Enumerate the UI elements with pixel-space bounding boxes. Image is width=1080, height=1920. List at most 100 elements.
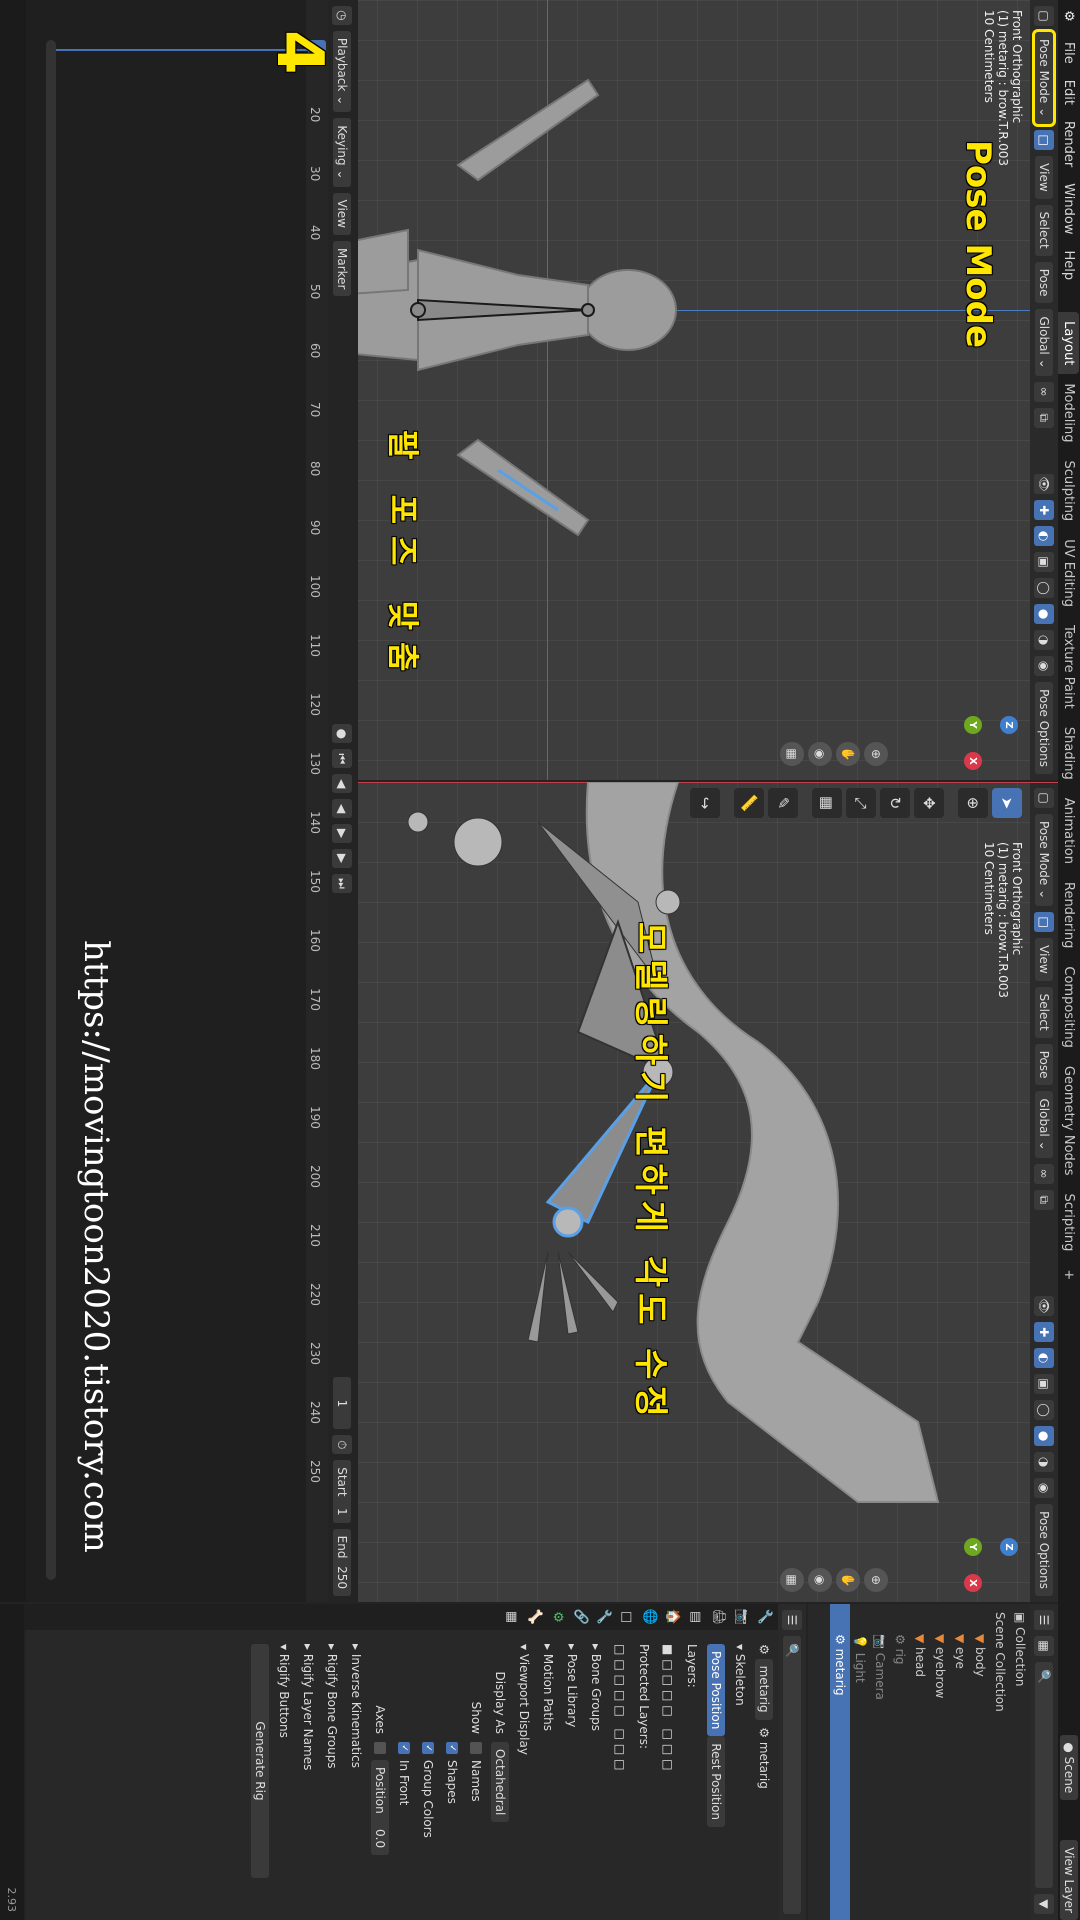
gizmo-y-dot[interactable]: Y xyxy=(964,1538,982,1556)
show-shapes-row[interactable]: ✓ Shapes xyxy=(440,1634,464,1920)
section-skeleton[interactable]: ▾ Skeleton xyxy=(728,1634,752,1920)
outliner-row-body[interactable]: ▼ body xyxy=(970,1604,990,1920)
outliner-row-head[interactable]: ▼ head xyxy=(910,1604,930,1920)
jump-end-icon[interactable]: ⏭ xyxy=(332,873,352,893)
add-workspace-icon[interactable]: + xyxy=(1059,1260,1080,1289)
gizmo-z-dot[interactable]: Z xyxy=(1000,716,1018,734)
viewport-right[interactable]: ▢ Pose Mode ⌄ □ View Select Pose Global … xyxy=(358,782,1058,1602)
outliner-row-rig[interactable]: ⚙ rig xyxy=(890,1604,910,1920)
display-as-select[interactable]: Octahedral xyxy=(491,1742,509,1823)
perspective-grid-icon[interactable]: ▦ xyxy=(780,1568,804,1592)
editor-type-icon[interactable]: ◷ xyxy=(332,6,352,25)
object-tab-icon[interactable]: □ xyxy=(619,1611,634,1623)
next-keyframe-icon[interactable]: ▶ xyxy=(332,848,352,868)
editor-type-icon[interactable]: ☰ xyxy=(1034,1610,1054,1630)
outliner-row-eyebrow[interactable]: ▼ eyebrow xyxy=(930,1604,950,1920)
pose-position-button[interactable]: Pose Position xyxy=(707,1644,725,1737)
scene-tab-icon[interactable]: 🏠 xyxy=(665,1609,680,1625)
menu-help[interactable]: Help xyxy=(1062,243,1077,289)
menu-render[interactable]: Render xyxy=(1062,113,1077,175)
tab-animation[interactable]: Animation xyxy=(1059,789,1080,873)
menu-view[interactable]: View xyxy=(333,192,351,235)
record-icon[interactable]: ● xyxy=(332,724,352,744)
perspective-grid-icon[interactable]: ▦ xyxy=(780,742,804,766)
tab-layout[interactable]: Layout xyxy=(1058,312,1080,375)
texture-tab-icon[interactable]: ▦ xyxy=(504,1611,519,1623)
editor-type-icon[interactable]: ☰ xyxy=(782,1610,802,1630)
menu-edit[interactable]: Edit xyxy=(1062,72,1077,113)
show-names-row[interactable]: Show Names xyxy=(464,1634,488,1920)
outliner-row-scene-collection[interactable]: ▣ Collection xyxy=(1010,1604,1030,1920)
section-rigify-buttons[interactable]: ▾ Rigify Buttons xyxy=(272,1634,296,1920)
pan-hand-icon[interactable]: ✋ xyxy=(836,1568,860,1592)
rest-position-button[interactable]: Rest Position xyxy=(707,1736,725,1828)
menu-window[interactable]: Window xyxy=(1062,175,1077,242)
bone-tab-icon[interactable]: 🦴 xyxy=(527,1609,542,1625)
outliner-row-metarig[interactable]: ⚙ metarig xyxy=(830,1604,850,1920)
tab-modeling[interactable]: Modeling xyxy=(1059,374,1080,451)
navigation-gizmo[interactable]: Z Y X xyxy=(928,1502,1018,1592)
tab-rendering[interactable]: Rendering xyxy=(1059,873,1080,957)
tab-geometry-nodes[interactable]: Geometry Nodes xyxy=(1059,1057,1080,1185)
zoom-icon[interactable]: ⊕ xyxy=(864,742,888,766)
jump-start-icon[interactable]: ⏮ xyxy=(332,749,352,769)
scene-selector[interactable]: ● Scene xyxy=(1060,1735,1078,1801)
section-bone-groups[interactable]: ▸ Bone Groups xyxy=(584,1634,608,1920)
outliner-row-collection[interactable]: Scene Collection xyxy=(990,1604,1010,1920)
section-viewport-display[interactable]: ▾ Viewport Display xyxy=(512,1634,536,1920)
gizmo-y-dot[interactable]: Y xyxy=(964,716,982,734)
show-group-colors-row[interactable]: ✓ Group Colors xyxy=(416,1634,440,1920)
menu-marker[interactable]: Marker xyxy=(333,241,351,297)
axes-checkbox[interactable] xyxy=(374,1742,386,1754)
pan-hand-icon[interactable]: ✋ xyxy=(836,742,860,766)
menu-file[interactable]: File xyxy=(1062,34,1077,72)
gizmo-x-dot[interactable]: X xyxy=(964,1574,982,1592)
camera-view-icon[interactable]: ◉ xyxy=(808,742,832,766)
tool-tab-icon[interactable]: 🔧 xyxy=(757,1609,772,1625)
filter-icon[interactable]: ▼ xyxy=(1034,1894,1054,1914)
menu-keying[interactable]: Keying ⌄ xyxy=(333,118,351,187)
zoom-icon[interactable]: ⊕ xyxy=(864,1568,888,1592)
outliner-row-eye[interactable]: ▼ eye xyxy=(950,1604,970,1920)
play-reverse-icon[interactable]: ◀ xyxy=(332,799,352,819)
viewport-left[interactable]: ▢ Pose Mode ⌄ □ View Select Pose Global … xyxy=(358,0,1058,780)
outliner-search[interactable]: 🔍 xyxy=(1035,1662,1053,1888)
start-frame-field[interactable]: Start 1 xyxy=(333,1460,351,1523)
shapes-checkbox[interactable]: ✓ xyxy=(446,1742,458,1754)
protected-layers-grid[interactable]: □□□□□ □□□ xyxy=(608,1634,632,1920)
tab-shading[interactable]: Shading xyxy=(1059,718,1080,789)
tab-scripting[interactable]: Scripting xyxy=(1059,1185,1080,1261)
blender-logo-icon[interactable]: ⚙ xyxy=(1059,6,1079,26)
outliner[interactable]: ☰ ▦ 🔍 ▼ ▣ Collection Scene Collection ▼ … xyxy=(808,1604,1058,1920)
group-colors-checkbox[interactable]: ✓ xyxy=(422,1742,434,1754)
outliner-row-light[interactable]: 💡 Light xyxy=(850,1604,870,1920)
axes-position-field[interactable]: Position 0.0 xyxy=(371,1760,389,1856)
output-tab-icon[interactable]: 🖨 xyxy=(711,1609,726,1626)
display-mode-icon[interactable]: ▦ xyxy=(1034,1636,1054,1656)
navigation-gizmo[interactable]: Z Y X xyxy=(928,680,1018,770)
render-tab-icon[interactable]: 📷 xyxy=(734,1609,749,1625)
section-pose-library[interactable]: ▸ Pose Library xyxy=(560,1634,584,1920)
prev-keyframe-icon[interactable]: ◀ xyxy=(332,774,352,794)
end-frame-field[interactable]: End 250 xyxy=(333,1528,351,1596)
constraint-tab-icon[interactable]: 🔗 xyxy=(573,1609,588,1625)
tab-sculpting[interactable]: Sculpting xyxy=(1059,451,1080,530)
section-motion-paths[interactable]: ▸ Motion Paths xyxy=(536,1634,560,1920)
outliner-row-camera[interactable]: 📷 Camera xyxy=(870,1604,890,1920)
armature-data-tab-icon[interactable]: ⚙ xyxy=(550,1611,565,1623)
gizmo-x-dot[interactable]: X xyxy=(964,752,982,770)
object-name-field[interactable]: metarig xyxy=(755,1658,773,1720)
tab-texture-paint[interactable]: Texture Paint xyxy=(1059,616,1080,718)
show-in-front-row[interactable]: ✓ In Front xyxy=(392,1634,416,1920)
clock-icon[interactable]: ⏱ xyxy=(332,1435,352,1455)
tab-uv-editing[interactable]: UV Editing xyxy=(1059,530,1080,616)
names-checkbox[interactable] xyxy=(470,1742,482,1754)
view-layer-tab-icon[interactable]: ▤ xyxy=(688,1611,703,1623)
properties-editor[interactable]: ☰ 🔍 🔧 📷 🖨 ▤ 🏠 🌐 □ 🔧 🔗 ⚙ 🦴 ▦ ⚙ metarig ⚙ … xyxy=(20,1604,806,1920)
current-frame-field[interactable]: 1 xyxy=(333,1377,351,1430)
timeline[interactable]: ◷ Playback ⌄ Keying ⌄ View Marker ● ⏮ ◀ … xyxy=(0,0,356,1602)
section-rigify-bone-groups[interactable]: ▸ Rigify Bone Groups xyxy=(320,1634,344,1920)
timeline-scrollbar[interactable] xyxy=(46,40,56,1580)
modifier-tab-icon[interactable]: 🔧 xyxy=(596,1609,611,1625)
properties-search[interactable]: 🔍 xyxy=(783,1636,801,1914)
